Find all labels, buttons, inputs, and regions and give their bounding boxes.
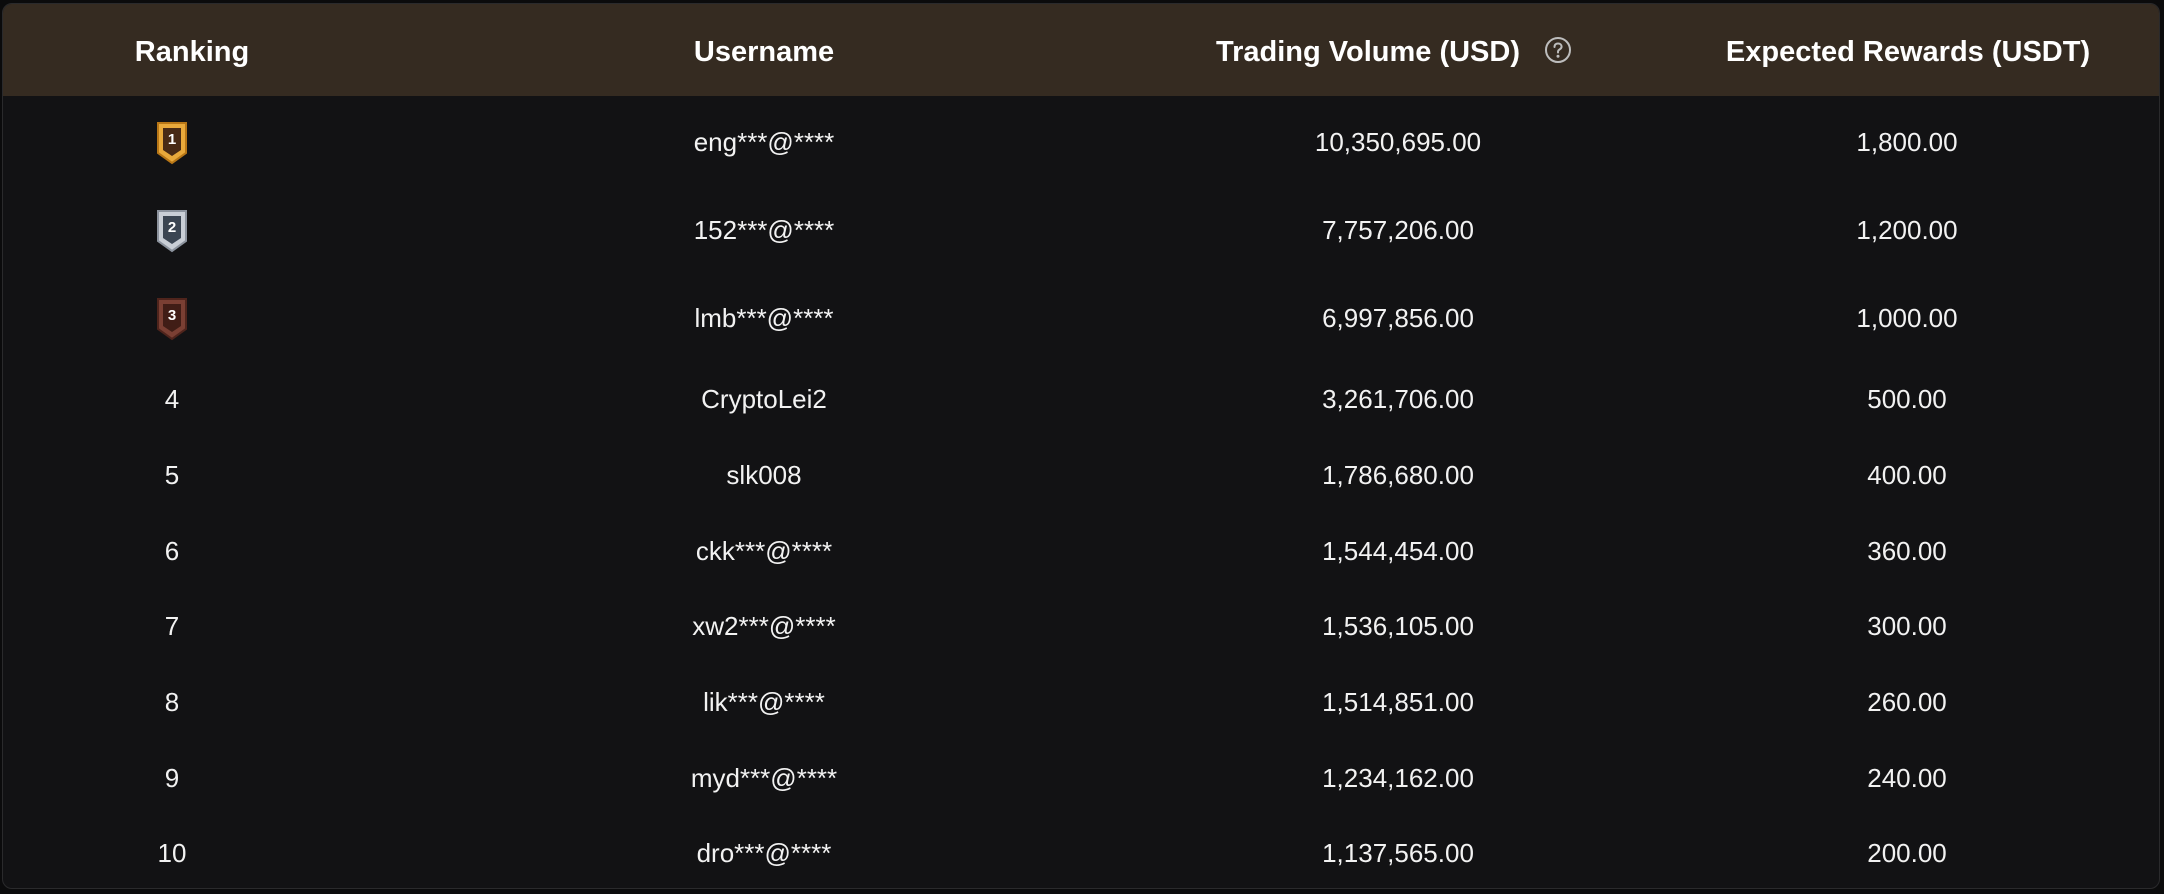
table-row: 6 ckk***@**** 1,544,454.00 360.00 xyxy=(3,522,2159,582)
username-cell: ckk***@**** xyxy=(695,536,833,566)
expected-reward-cell: 200.00 xyxy=(1867,838,1947,868)
svg-text:2: 2 xyxy=(168,219,176,236)
table-row: 5 slk008 1,786,680.00 400.00 xyxy=(3,446,2159,506)
username-cell: eng***@**** xyxy=(693,127,835,157)
expected-reward-cell: 1,200.00 xyxy=(1856,215,1958,245)
svg-text:1: 1 xyxy=(168,131,176,148)
table-row: 4 CryptoLei2 3,261,706.00 500.00 xyxy=(3,370,2159,430)
trading-volume-cell: 1,137,565.00 xyxy=(1322,838,1474,868)
column-header-expected-rewards: Expected Rewards (USDT) xyxy=(1725,36,2091,68)
column-header-username: Username xyxy=(693,36,835,68)
silver-medal-icon: 2 xyxy=(152,207,192,255)
gold-medal-icon: 1 xyxy=(152,119,192,167)
rank-cell: 6 xyxy=(164,536,180,566)
trading-volume-cell: 1,786,680.00 xyxy=(1322,460,1474,490)
table-header: Ranking Username Trading Volume (USD) Ex… xyxy=(3,4,2159,96)
rank-cell: 8 xyxy=(164,687,180,717)
table-row: 2 152***@**** 7,757,206.00 1,200.00 xyxy=(3,201,2159,261)
table-row: 9 myd***@**** 1,234,162.00 240.00 xyxy=(3,749,2159,809)
expected-reward-cell: 260.00 xyxy=(1867,687,1947,717)
username-cell: 152***@**** xyxy=(693,215,835,245)
username-cell: lik***@**** xyxy=(703,687,825,717)
svg-text:3: 3 xyxy=(168,307,176,324)
trading-volume-cell: 1,514,851.00 xyxy=(1322,687,1474,717)
column-header-trading-volume: Trading Volume (USD) xyxy=(1216,36,1520,68)
bronze-medal-icon: 3 xyxy=(152,295,192,343)
table-row: 1 eng***@**** 10,350,695.00 1,800.00 xyxy=(3,113,2159,173)
expected-reward-cell: 240.00 xyxy=(1867,763,1947,793)
trading-volume-cell: 7,757,206.00 xyxy=(1322,215,1474,245)
leaderboard-table: Ranking Username Trading Volume (USD) Ex… xyxy=(2,3,2160,889)
expected-reward-cell: 300.00 xyxy=(1867,611,1947,641)
username-cell: myd***@**** xyxy=(690,763,838,793)
rank-cell: 4 xyxy=(164,384,180,414)
rank-cell: 10 xyxy=(157,838,187,868)
table-row: 7 xw2***@**** 1,536,105.00 300.00 xyxy=(3,597,2159,657)
rank-cell: 7 xyxy=(164,611,180,641)
expected-reward-cell: 360.00 xyxy=(1867,536,1947,566)
expected-reward-cell: 400.00 xyxy=(1867,460,1947,490)
expected-reward-cell: 1,000.00 xyxy=(1856,303,1958,333)
rank-cell: 9 xyxy=(164,763,180,793)
trading-volume-cell: 10,350,695.00 xyxy=(1314,127,1482,157)
trading-volume-cell: 1,544,454.00 xyxy=(1322,536,1474,566)
table-row: 10 dro***@**** 1,137,565.00 200.00 xyxy=(3,824,2159,884)
column-header-ranking: Ranking xyxy=(134,36,250,68)
trading-volume-cell: 3,261,706.00 xyxy=(1322,384,1474,414)
expected-reward-cell: 1,800.00 xyxy=(1856,127,1958,157)
trading-volume-cell: 6,997,856.00 xyxy=(1322,303,1474,333)
question-circle-icon[interactable] xyxy=(1544,36,1572,64)
username-cell: CryptoLei2 xyxy=(701,384,827,414)
username-cell: lmb***@**** xyxy=(694,303,834,333)
trading-volume-cell: 1,234,162.00 xyxy=(1322,763,1474,793)
username-cell: dro***@**** xyxy=(696,838,832,868)
expected-reward-cell: 500.00 xyxy=(1867,384,1947,414)
trading-volume-cell: 1,536,105.00 xyxy=(1322,611,1474,641)
table-row: 8 lik***@**** 1,514,851.00 260.00 xyxy=(3,673,2159,733)
rank-cell: 5 xyxy=(164,460,180,490)
username-cell: slk008 xyxy=(726,460,802,490)
table-row: 3 lmb***@**** 6,997,856.00 1,000.00 xyxy=(3,289,2159,349)
username-cell: xw2***@**** xyxy=(692,611,836,641)
